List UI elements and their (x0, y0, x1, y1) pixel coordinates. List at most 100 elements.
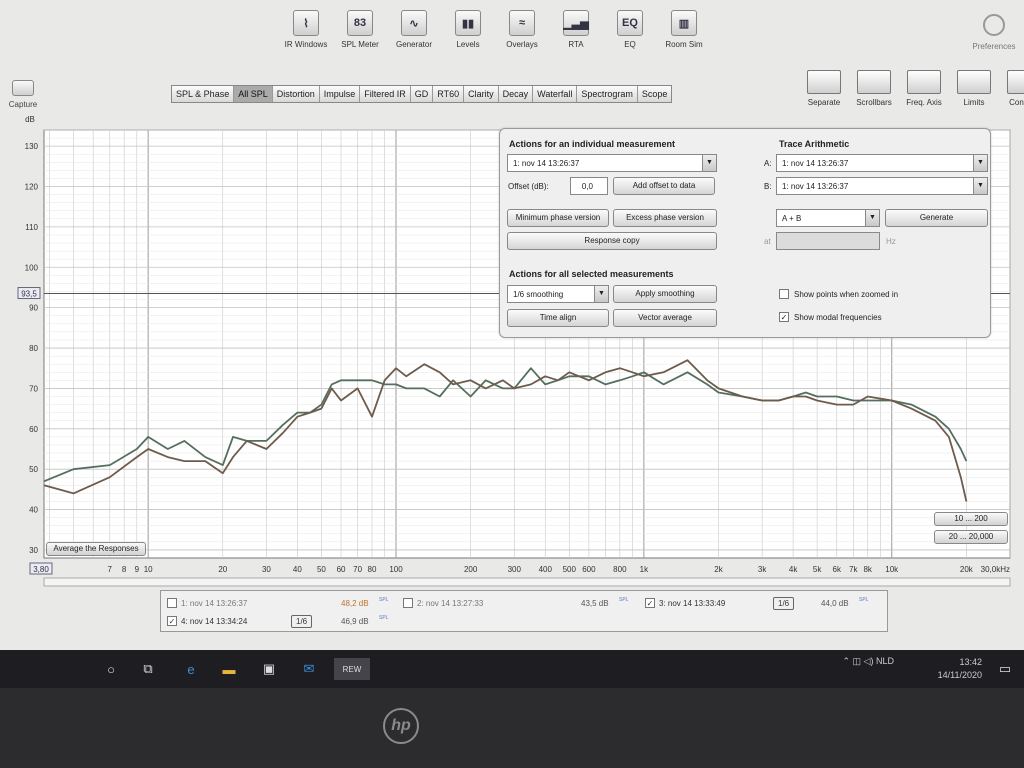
tab-spectrogram[interactable]: Spectrogram (577, 86, 638, 102)
toolbar-spl-meter-button[interactable]: 83 SPL Meter (334, 10, 386, 62)
search-circle-icon[interactable]: ○ (100, 658, 122, 680)
tool-controls-button[interactable]: Controls (1002, 70, 1024, 107)
x-tick-label: 500 (563, 565, 577, 574)
toolbar-rta-button[interactable]: ▁▃▅ RTA (550, 10, 602, 62)
x-tick-label: 80 (368, 565, 377, 574)
average-responses-button[interactable]: Average the Responses (46, 542, 146, 556)
main-toolbar: ⌇ IR Windows 83 SPL Meter ∿ Generator ▮▮ Levels… (280, 10, 710, 62)
smoothing-badge[interactable]: 1/6 (291, 615, 313, 628)
response-copy-button[interactable]: Response copy (507, 232, 717, 250)
toolbar-label: Room Sim (665, 40, 703, 49)
notification-icon[interactable]: ▭ (994, 658, 1016, 680)
measurement-checkbox[interactable]: ✓ (167, 616, 177, 626)
trace-arithmetic-title: Trace Arithmetic (779, 139, 850, 149)
excess-phase-button[interactable]: Excess phase version (613, 209, 717, 227)
measurement-name[interactable]: 2: nov 14 13:27:33 (417, 599, 483, 608)
edge-browser-icon[interactable]: e (180, 658, 202, 680)
toolbar-eq-button[interactable]: EQ EQ (604, 10, 656, 62)
rew-taskbar-app[interactable]: REW (334, 658, 370, 680)
trace-b-value: 1: nov 14 13:26:37 (782, 182, 849, 191)
tab-rt60[interactable]: RT60 (433, 86, 465, 102)
y-unit-label: dB (25, 115, 35, 124)
measurement-name[interactable]: 3: nov 14 13:33:49 (659, 599, 725, 608)
show-modal-checkbox[interactable]: ✓ (779, 312, 789, 322)
preferences-label: Preferences (972, 42, 1016, 51)
tool-freq-axis-button[interactable]: Freq. Axis (902, 70, 946, 107)
tab-clarity[interactable]: Clarity (464, 86, 499, 102)
measurement-select[interactable]: 1: nov 14 13:26:37 ▼ (507, 154, 717, 172)
measurement-name[interactable]: 4: nov 14 13:34:24 (181, 617, 247, 626)
tool-scrollbars-button[interactable]: Scrollbars (852, 70, 896, 107)
show-modal-label: Show modal frequencies (794, 313, 882, 322)
trace-operation-select[interactable]: A + B ▼ (776, 209, 880, 227)
tab-filtered-ir[interactable]: Filtered IR (360, 86, 411, 102)
network-icon[interactable]: ◫ (853, 656, 862, 666)
add-offset-button[interactable]: Add offset to data (613, 177, 715, 195)
vector-average-button[interactable]: Vector average (613, 309, 717, 327)
offset-stepper[interactable]: 0,0 (570, 177, 608, 195)
store-icon[interactable]: ▣ (258, 658, 280, 680)
x-tick-label: 30,0kHz (981, 565, 1010, 574)
tool-separate-button[interactable]: Separate (802, 70, 846, 107)
measurement-checkbox[interactable] (167, 598, 177, 608)
toolbar-overlays-button[interactable]: ≈ Overlays (496, 10, 548, 62)
file-explorer-icon[interactable]: ▬ (218, 658, 240, 680)
graph-view-tools: Separate Scrollbars Freq. Axis Limits Contro… (802, 70, 1024, 107)
toolbar-levels-button[interactable]: ▮▮ Levels (442, 10, 494, 62)
range-20-20000-button[interactable]: 20 ... 20,000 (934, 530, 1008, 544)
all-actions-title: Actions for all selected measurements (509, 269, 674, 279)
time-align-button[interactable]: Time align (507, 309, 609, 327)
x-tick-label: 800 (613, 565, 627, 574)
tab-scope[interactable]: Scope (637, 86, 672, 102)
trace-a-select[interactable]: 1: nov 14 13:26:37 ▼ (776, 154, 988, 172)
x-tick-label: 20k (960, 565, 974, 574)
tray-chevron-icon[interactable]: ⌃ (842, 656, 850, 666)
room-sim-icon: ▥ (671, 10, 697, 36)
range-10-200-button[interactable]: 10 ... 200 (934, 512, 1008, 526)
volume-icon[interactable]: ◁) (864, 656, 874, 666)
tool-limits-button[interactable]: Limits (952, 70, 996, 107)
apply-smoothing-button[interactable]: Apply smoothing (613, 285, 717, 303)
levels-icon: ▮▮ (455, 10, 481, 36)
measurement-checkbox[interactable]: ✓ (645, 598, 655, 608)
hz-label: Hz (886, 237, 896, 246)
measurement-name[interactable]: 1: nov 14 13:26:37 (181, 599, 247, 608)
show-points-checkbox[interactable] (779, 289, 789, 299)
trace-a-value: 1: nov 14 13:26:37 (782, 159, 849, 168)
taskbar-clock[interactable]: 13:42 14/11/2020 (938, 656, 982, 682)
rta-icon: ▁▃▅ (563, 10, 589, 36)
x-tick-label: 3k (758, 565, 767, 574)
mail-icon[interactable]: ✉ (298, 658, 320, 680)
individual-actions-title: Actions for an individual measurement (509, 139, 676, 149)
y-tick-label: 60 (29, 425, 38, 434)
capture-button[interactable]: Capture (6, 80, 40, 109)
x-tick-label: 10 (144, 565, 153, 574)
tab-spl-phase[interactable]: SPL & Phase (172, 86, 235, 102)
tab-decay[interactable]: Decay (498, 86, 534, 102)
y-tick-label: 30 (29, 546, 38, 555)
generate-button[interactable]: Generate (885, 209, 988, 227)
tab-waterfall[interactable]: Waterfall (533, 86, 578, 102)
x-tick-label: 9 (135, 565, 140, 574)
smoothing-select[interactable]: 1/6 smoothing ▼ (507, 285, 609, 303)
x-tick-label: 30 (262, 565, 271, 574)
show-points-label: Show points when zoomed in (794, 290, 899, 299)
trace-frequency-field[interactable] (776, 232, 880, 250)
chevron-down-icon: ▼ (594, 286, 608, 302)
tab-distortion[interactable]: Distortion (272, 86, 320, 102)
trace-b-select[interactable]: 1: nov 14 13:26:37 ▼ (776, 177, 988, 195)
task-view-icon[interactable]: ⧉ (137, 658, 159, 680)
preferences-button[interactable]: Preferences (964, 14, 1024, 51)
language-indicator[interactable]: NLD (876, 656, 894, 666)
y-tick-label: 100 (25, 263, 39, 272)
horizontal-scrollbar[interactable] (43, 577, 1011, 587)
minimum-phase-button[interactable]: Minimum phase version (507, 209, 609, 227)
measurement-checkbox[interactable] (403, 598, 413, 608)
toolbar-room-sim-button[interactable]: ▥ Room Sim (658, 10, 710, 62)
toolbar-ir-windows-button[interactable]: ⌇ IR Windows (280, 10, 332, 62)
tab-gd[interactable]: GD (410, 86, 434, 102)
tab-all-spl[interactable]: All SPL (234, 86, 273, 102)
tab-impulse[interactable]: Impulse (319, 86, 361, 102)
smoothing-badge[interactable]: 1/6 (773, 597, 795, 610)
toolbar-generator-button[interactable]: ∿ Generator (388, 10, 440, 62)
